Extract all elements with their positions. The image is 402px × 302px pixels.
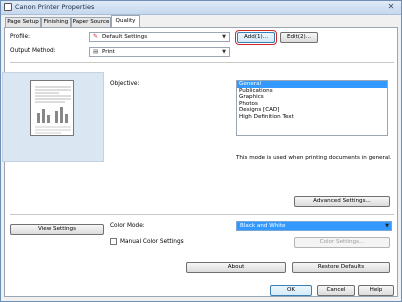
- output-method-value: Print: [102, 49, 115, 55]
- divider: [10, 62, 394, 63]
- cancel-button[interactable]: Cancel: [317, 285, 355, 296]
- profile-value: Default Settings: [102, 34, 148, 40]
- chevron-down-icon: ▼: [222, 34, 226, 40]
- preview-thumbnail: [35, 86, 71, 134]
- ok-button[interactable]: OK: [270, 285, 312, 296]
- objective-description: This mode is used when printing document…: [236, 155, 392, 161]
- view-settings-button[interactable]: View Settings: [10, 224, 104, 235]
- manual-color-checkbox[interactable]: [110, 238, 117, 245]
- window-title: Canon Printer Properties: [15, 3, 95, 11]
- color-settings-button[interactable]: Color Settings...: [294, 237, 390, 248]
- printer-app-icon: [4, 3, 12, 11]
- profile-select[interactable]: ✎ Default Settings ▼: [89, 32, 230, 42]
- page-preview: [30, 80, 74, 136]
- restore-defaults-button[interactable]: Restore Defaults: [292, 262, 390, 273]
- objective-label: Objective:: [110, 81, 140, 87]
- print-icon: ▤: [93, 49, 99, 55]
- tab-page-setup[interactable]: Page Setup: [5, 17, 41, 27]
- chevron-down-icon: ▼: [385, 223, 389, 229]
- tab-quality[interactable]: Quality: [111, 15, 140, 27]
- output-method-label: Output Method:: [10, 48, 56, 54]
- profile-add-button[interactable]: Add(1)...: [237, 32, 275, 43]
- profile-edit-button[interactable]: Edit(2)...: [280, 32, 318, 43]
- tab-paper-source[interactable]: Paper Source: [71, 17, 111, 27]
- divider: [10, 214, 394, 215]
- color-mode-value: Black and White: [240, 223, 286, 229]
- advanced-settings-button[interactable]: Advanced Settings...: [294, 196, 390, 207]
- manual-color-label: Manual Color Settings: [120, 239, 184, 245]
- objective-item-high-definition-text[interactable]: High Definition Text: [237, 114, 387, 121]
- chevron-down-icon: ▼: [222, 49, 226, 55]
- help-button[interactable]: Help: [358, 285, 394, 296]
- profile-icon: ✎: [93, 33, 99, 40]
- quality-tab-panel: [4, 27, 398, 297]
- about-button[interactable]: About: [186, 262, 286, 273]
- tab-finishing[interactable]: Finishing: [41, 17, 71, 27]
- close-icon[interactable]: ✕: [383, 1, 399, 12]
- output-method-select[interactable]: ▤ Print ▼: [89, 47, 230, 57]
- objective-listbox[interactable]: General Publications Graphics Photos Des…: [236, 80, 388, 136]
- color-mode-label: Color Mode:: [110, 223, 145, 229]
- profile-label: Profile:: [10, 34, 30, 40]
- color-mode-select[interactable]: Black and White ▼: [236, 221, 392, 231]
